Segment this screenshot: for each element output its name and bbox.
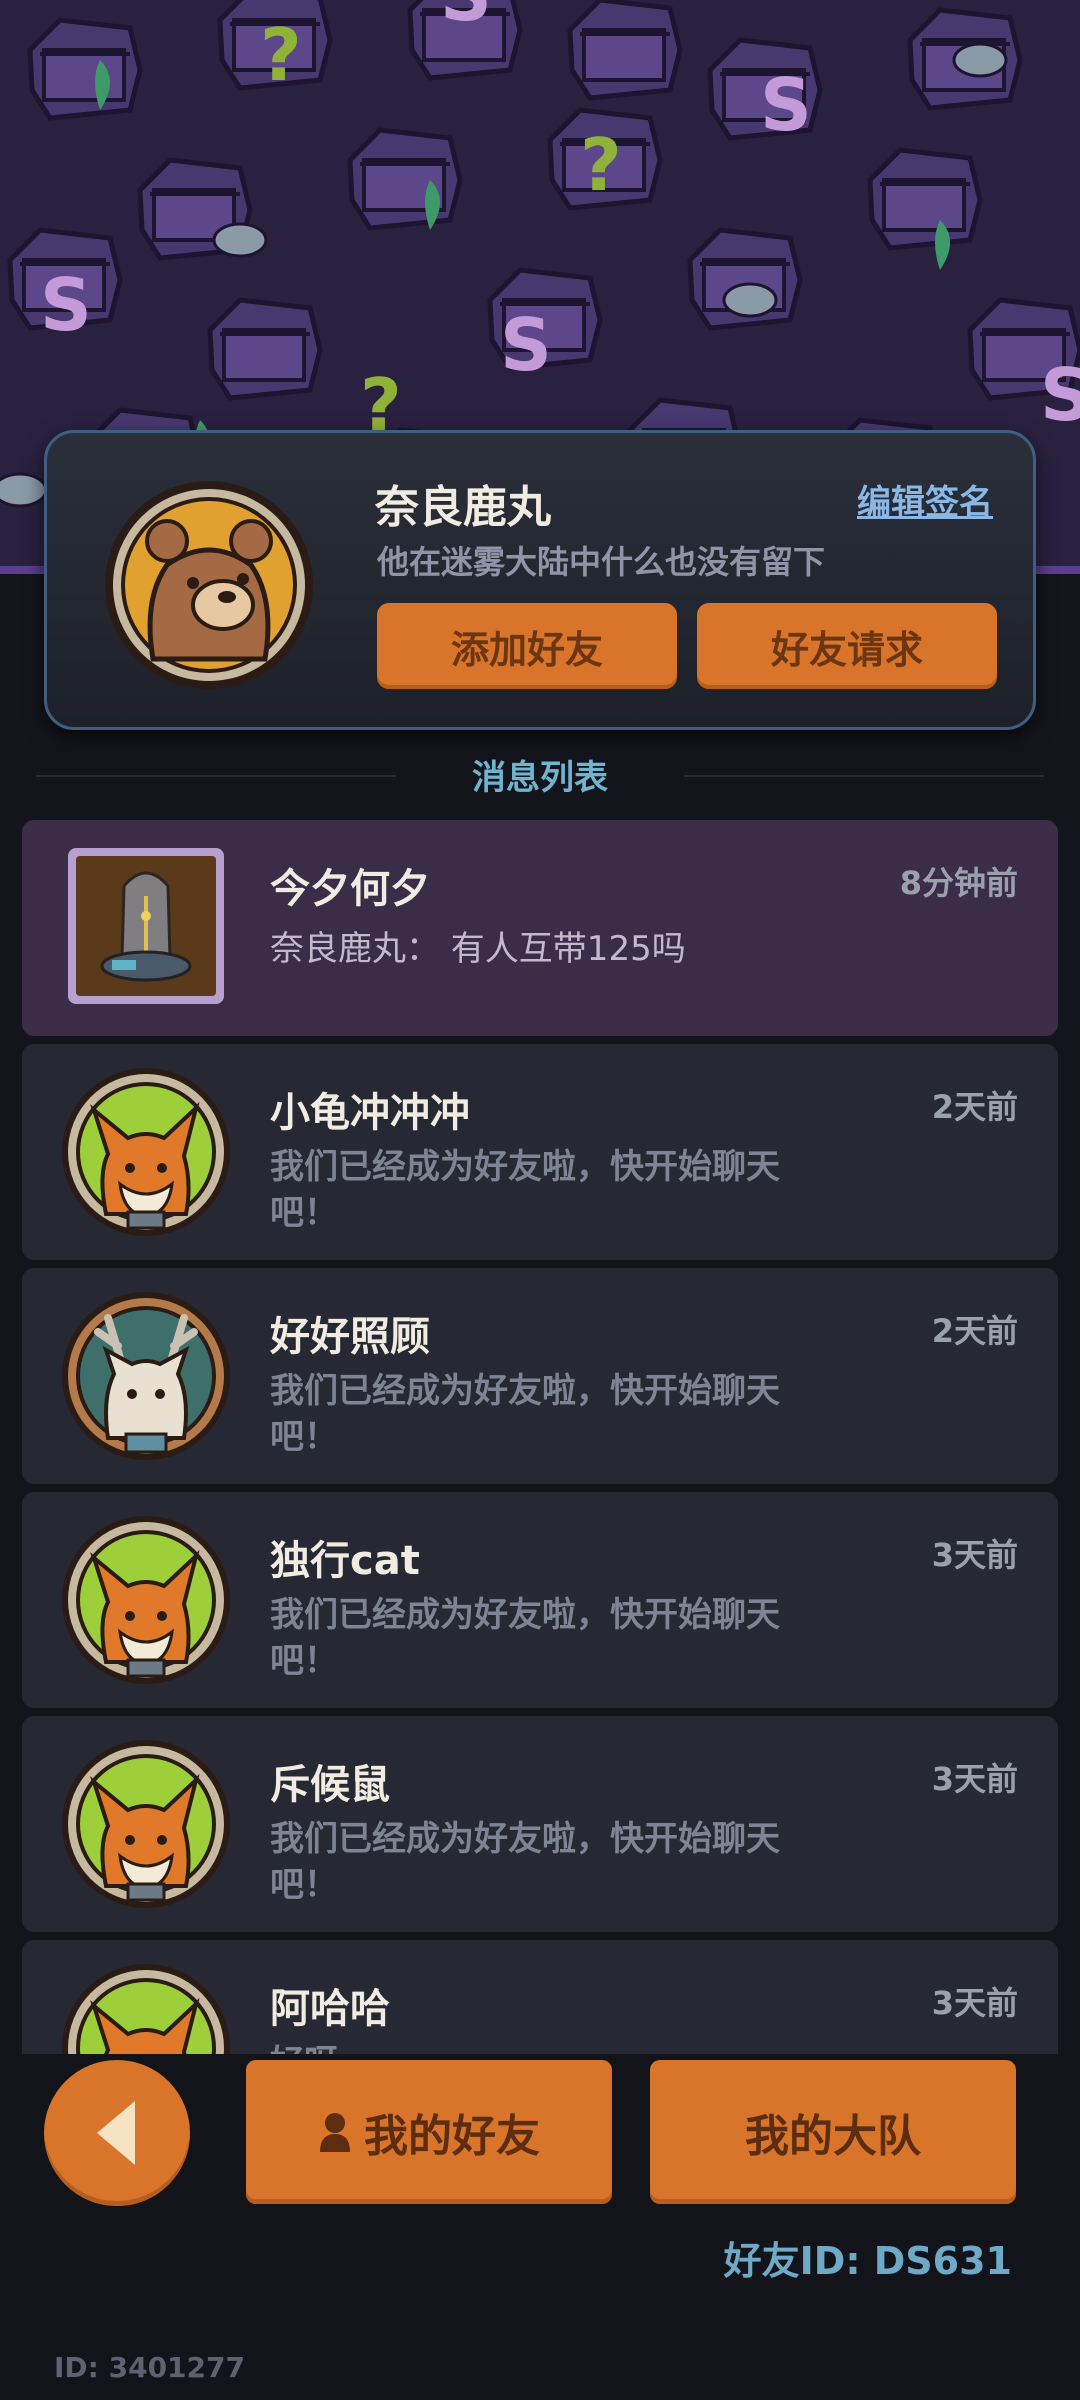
fox-avatar-icon <box>58 1736 234 1912</box>
my-team-button[interactable]: 我的大队 <box>650 2060 1016 2204</box>
list-item[interactable]: 今夕何夕 8分钟前 奈良鹿丸： 有人互带125吗 <box>22 820 1058 1036</box>
svg-text:S: S <box>40 263 92 347</box>
my-friends-button[interactable]: 我的好友 <box>246 2060 612 2204</box>
list-item[interactable]: 斥候鼠 3天前 我们已经成为好友啦，快开始聊天吧！ <box>22 1716 1058 1932</box>
profile-name: 奈良鹿丸 <box>375 482 551 533</box>
message-preview: 我们已经成为好友啦，快开始聊天吧！ <box>270 1371 780 1457</box>
message-sender: 小龟冲冲冲 <box>270 1090 470 1136</box>
my-team-label: 我的大队 <box>745 2111 921 2162</box>
person-icon <box>320 2113 350 2152</box>
svg-text:?: ? <box>260 13 302 97</box>
list-item[interactable]: 阿哈哈 3天前 好呀 <box>22 1940 1058 2054</box>
message-time: 3天前 <box>931 1760 1018 1798</box>
list-item[interactable]: 好好照顾 2天前 我们已经成为好友啦，快开始聊天吧！ <box>22 1268 1058 1484</box>
message-sender: 独行cat <box>270 1538 420 1584</box>
friend-requests-button[interactable]: 好友请求 <box>697 603 997 689</box>
list-item[interactable]: 小龟冲冲冲 2天前 我们已经成为好友啦，快开始聊天吧！ <box>22 1044 1058 1260</box>
message-list-title: 消息列表 <box>472 758 608 798</box>
message-sender: 好好照顾 <box>270 1314 430 1360</box>
message-sender: 斥候鼠 <box>270 1762 390 1808</box>
svg-text:S: S <box>1040 353 1080 437</box>
message-preview: 我们已经成为好友啦，快开始聊天吧！ <box>270 1147 780 1233</box>
edit-signature-link[interactable]: 编辑签名 <box>857 475 993 524</box>
list-item[interactable]: 独行cat 3天前 我们已经成为好友啦，快开始聊天吧！ <box>22 1492 1058 1708</box>
svg-text:?: ? <box>580 123 622 207</box>
message-preview: 我们已经成为好友啦，快开始聊天吧！ <box>270 1595 780 1681</box>
fox-avatar-icon <box>58 1512 234 1688</box>
svg-text:S: S <box>500 303 552 387</box>
profile-card: 奈良鹿丸 编辑签名 他在迷雾大陆中什么也没有留下 添加好友 好友请求 <box>44 430 1036 730</box>
message-time: 3天前 <box>931 1536 1018 1574</box>
fox-avatar-icon <box>58 1064 234 1240</box>
message-time: 2天前 <box>931 1312 1018 1350</box>
message-time: 3天前 <box>931 1984 1018 2022</box>
back-arrow-icon <box>97 2101 135 2165</box>
friend-id: 好友ID: DS631 <box>723 2239 1012 2283</box>
fox-avatar-icon <box>58 1960 234 2054</box>
lamp-item-icon <box>68 848 224 1004</box>
svg-text:S: S <box>440 0 492 37</box>
message-preview: 好呀 <box>270 2040 830 2054</box>
message-preview: 我们已经成为好友啦，快开始聊天吧！ <box>270 1819 780 1905</box>
svg-text:S: S <box>760 63 812 147</box>
bear-avatar-icon[interactable] <box>103 479 315 691</box>
my-friends-label: 我的好友 <box>364 2111 540 2162</box>
message-preview: 奈良鹿丸： 有人互带125吗 <box>270 929 686 969</box>
add-friend-button[interactable]: 添加好友 <box>377 603 677 689</box>
back-button[interactable] <box>44 2060 190 2206</box>
message-time: 2天前 <box>931 1088 1018 1126</box>
profile-signature: 他在迷雾大陆中什么也没有留下 <box>377 543 826 581</box>
message-sender: 阿哈哈 <box>270 1986 390 2032</box>
message-sender: 今夕何夕 <box>270 866 430 912</box>
deer-cat-avatar-icon <box>58 1288 234 1464</box>
user-id: ID: 3401277 <box>54 2351 245 2384</box>
message-list[interactable]: 今夕何夕 8分钟前 奈良鹿丸： 有人互带125吗 小龟冲冲冲 2天前 我们已经成… <box>22 820 1058 2054</box>
message-time: 8分钟前 <box>899 864 1018 902</box>
